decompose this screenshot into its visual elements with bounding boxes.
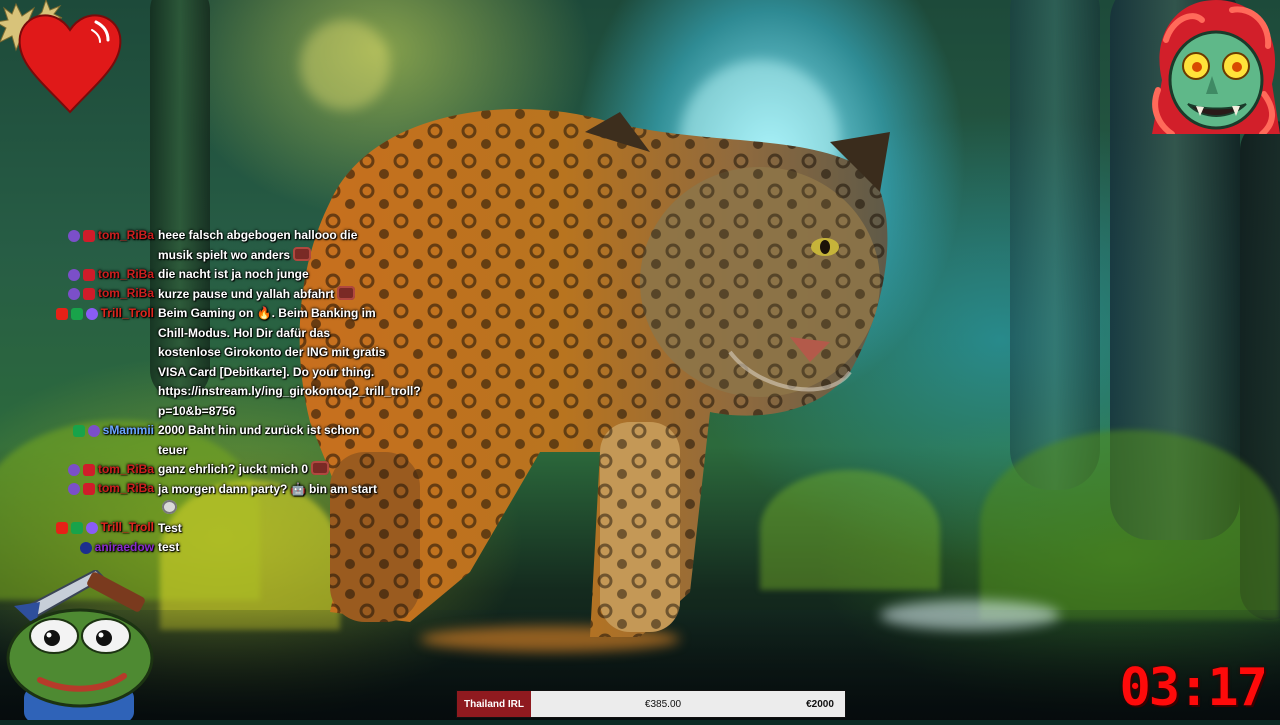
heart-widget: [0, 0, 130, 118]
chat-text: die nacht ist ja noch junge: [158, 267, 309, 281]
pepe-overlay: [0, 568, 156, 722]
vip-badge-icon: [70, 307, 83, 320]
emote-icon: [162, 500, 177, 514]
chat-overlay: tom_RiBa heee falsch abgebogen hallooo d…: [46, 226, 421, 558]
chat-message: tom_RiBa ganz ehrlich? juckt mich 0: [46, 460, 386, 480]
vip-badge-icon: [72, 424, 85, 437]
sub-badge-icon: [67, 288, 80, 300]
chat-message: Trill_Troll Beim Gaming on 🔥. Beim Banki…: [46, 304, 421, 421]
chat-text: Test: [158, 520, 182, 535]
chat-username[interactable]: tom_RiBa: [98, 265, 154, 285]
chat-text: kurze pause und yallah abfahrt: [158, 286, 335, 301]
chat-username[interactable]: Trill_Troll: [101, 304, 154, 324]
chat-text: test: [158, 540, 180, 554]
chat-message: aniraedow test: [46, 538, 386, 558]
chat-username[interactable]: sMammii: [103, 421, 154, 441]
emote-icon: [311, 461, 330, 475]
emote-icon: [337, 285, 356, 300]
sub-badge-icon: [67, 268, 80, 281]
chat-text: ja morgen dann party? 🤖 bin am start: [158, 481, 377, 496]
goal-current-amount: €385.00: [644, 698, 682, 710]
sub-badge-icon: [67, 483, 80, 495]
chat-username[interactable]: tom_RiBa: [98, 479, 154, 499]
chat-username[interactable]: tom_RiBa: [98, 226, 154, 246]
chat-message: tom_RiBa heee falsch abgebogen hallooo d…: [46, 226, 386, 265]
troll-avatar: [1152, 0, 1280, 137]
chat-text: 2000 Baht hin und zurück ist schon teuer: [158, 423, 360, 457]
chat-message: tom_RiBa die nacht ist ja noch junge: [46, 265, 386, 285]
troll-avatar-icon: [1152, 0, 1280, 137]
chat-message: sMammii 2000 Baht hin und zurück ist sch…: [46, 421, 386, 460]
mod-badge-icon: [82, 229, 95, 242]
chat-text: heee falsch abgebogen hallooo die musik …: [158, 228, 358, 262]
user-badge-icon: [79, 541, 92, 554]
chat-text: ganz ehrlich? juckt mich 0: [158, 462, 309, 476]
chat-username[interactable]: aniraedow: [95, 538, 154, 558]
donation-goal-bar: Thailand IRL €385.00 €2000: [456, 690, 846, 718]
mod-badge-icon: [82, 483, 95, 495]
sub-badge-icon: [67, 229, 80, 242]
pepe-frog-icon: [6, 568, 154, 722]
chat-username[interactable]: tom_RiBa: [98, 460, 154, 480]
chat-username[interactable]: Trill_Troll: [101, 518, 154, 538]
mod-badge-icon: [82, 463, 95, 476]
vip-badge-icon: [70, 522, 83, 534]
mod-badge-icon: [82, 268, 95, 281]
chat-text: Beim Gaming on 🔥. Beim Banking im Chill-…: [158, 306, 421, 418]
sub-badge-icon: [67, 463, 80, 476]
chat-username[interactable]: tom_RiBa: [98, 284, 154, 304]
verified-badge-icon: [85, 522, 98, 534]
youtube-badge-icon: [55, 307, 68, 320]
goal-target-amount: €2000: [806, 698, 834, 710]
mod-badge-icon: [82, 288, 95, 300]
chat-message: Trill_Troll Test: [46, 519, 386, 539]
chat-message: tom_RiBa ja morgen dann party? 🤖 bin am …: [46, 480, 386, 519]
chat-message: tom_RiBa kurze pause und yallah abfahrt: [46, 285, 386, 305]
goal-label: Thailand IRL: [457, 691, 531, 717]
heart-icon: [0, 0, 122, 114]
countdown-timer: 03:17: [1119, 658, 1268, 718]
verified-badge-icon: [85, 307, 98, 320]
emote-icon: [293, 246, 312, 261]
youtube-badge-icon: [55, 522, 68, 534]
sub-badge-icon: [87, 424, 100, 437]
